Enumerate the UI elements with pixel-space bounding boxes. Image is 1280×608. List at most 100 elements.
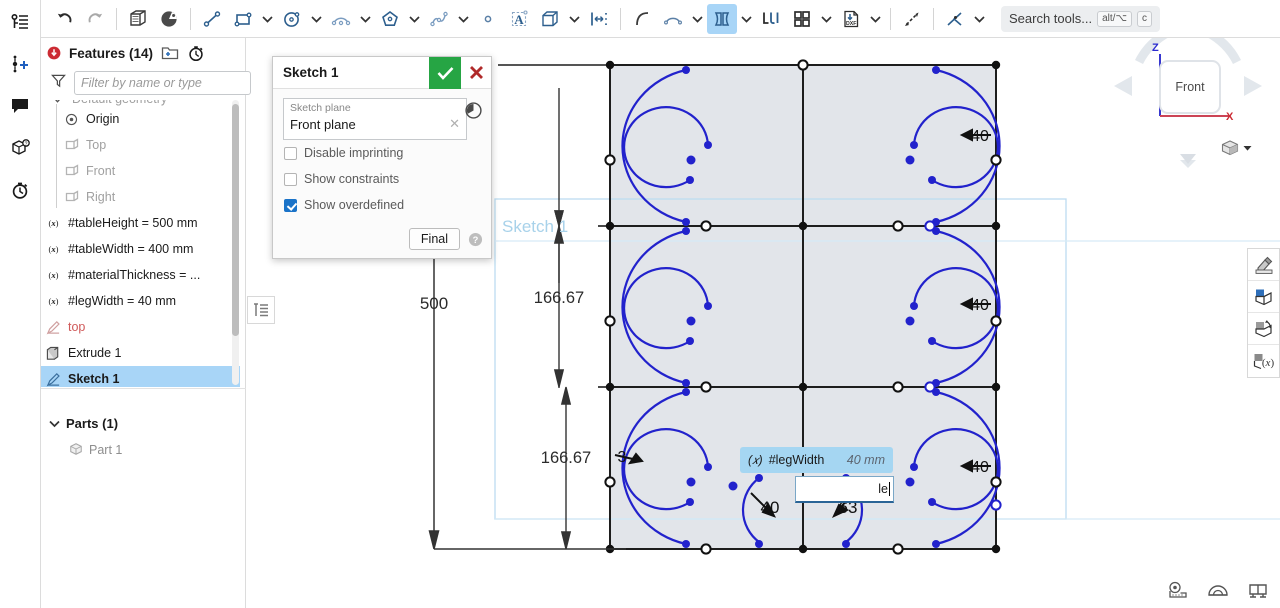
dimension-500-label: 500 (420, 294, 448, 313)
circle-tool-button[interactable] (277, 4, 307, 34)
disable-imprinting-checkbox-row[interactable]: Disable imprinting (283, 140, 481, 166)
add-folder-icon[interactable] (161, 45, 179, 61)
filter-input[interactable] (74, 71, 251, 95)
add-variable-icon[interactable] (4, 48, 36, 80)
axis-label-z: Z (1152, 42, 1159, 54)
spline-dropdown-caret[interactable] (455, 4, 472, 34)
parts-header[interactable]: Parts (1) (41, 412, 246, 434)
arc-dropdown-caret[interactable] (357, 4, 374, 34)
tree-item-sketch-1[interactable]: Sketch 1 (41, 366, 240, 387)
point-tool-button[interactable] (473, 4, 503, 34)
radius-40-label-1: 40 (971, 128, 989, 145)
clear-plane-icon[interactable]: ✕ (449, 116, 460, 132)
construction-tool-button[interactable] (897, 4, 927, 34)
display-grid-icon[interactable] (1248, 281, 1279, 313)
tree-item-variable-tablewidth[interactable]: (x) #tableWidth = 400 mm (41, 236, 240, 262)
svg-text:(x): (x) (49, 296, 59, 306)
line-tool-button[interactable] (197, 4, 227, 34)
sketch-plane-field-label: Sketch plane (290, 102, 351, 114)
tree-item-front-plane[interactable]: Front (41, 158, 240, 184)
spline-tool-button[interactable] (424, 4, 454, 34)
tree-item-top-plane[interactable]: Top (41, 132, 240, 158)
filter-funnel-icon[interactable] (51, 73, 66, 93)
part-info-icon[interactable]: ? (4, 132, 36, 164)
trim-tool-button[interactable] (658, 4, 688, 34)
tree-scrollbar-thumb[interactable] (232, 104, 239, 336)
caret-down-icon (49, 100, 66, 104)
final-button[interactable]: Final (408, 228, 460, 250)
feature-tree-list[interactable]: Default geometry Origin (41, 100, 240, 387)
linear-pattern-tool-button[interactable] (756, 4, 786, 34)
rectangle-dropdown-caret[interactable] (259, 4, 276, 34)
polygon-dropdown-caret[interactable] (406, 4, 423, 34)
tree-item-right-plane[interactable]: Right (41, 184, 240, 210)
parts-list-item-part-1[interactable]: Part 1 (41, 438, 246, 462)
polygon-tool-button[interactable] (375, 4, 405, 34)
mirror-dropdown-caret[interactable] (738, 4, 755, 34)
pattern-dropdown-caret[interactable] (818, 4, 835, 34)
onshape-app-window: ? A DXF Search tools... alt/⌥ c Features… (0, 0, 1280, 608)
tree-item-origin[interactable]: Origin (41, 106, 240, 132)
search-tools-box[interactable]: Search tools... alt/⌥ c (1001, 5, 1160, 32)
toolbar-divider-3 (620, 7, 621, 30)
use-offset-tool-button[interactable] (535, 4, 565, 34)
variable-autocomplete-suggestion[interactable]: (𝑥) #legWidth 40 mm (740, 447, 893, 473)
show-constraints-checkbox[interactable] (284, 172, 297, 186)
dimension-value-input[interactable]: le (795, 476, 894, 503)
text-caret (889, 482, 890, 496)
dxf-import-button[interactable]: DXF (836, 4, 866, 34)
arc-tool-button[interactable] (326, 4, 356, 34)
variable-display-icon[interactable]: (x) (1248, 345, 1279, 377)
mass-scale-icon[interactable] (1246, 578, 1270, 602)
tree-item-variable-legwidth[interactable]: (x) #legWidth = 40 mm (41, 288, 240, 314)
sketch-confirm-button[interactable] (429, 56, 461, 89)
dxf-dropdown-caret[interactable] (867, 4, 884, 34)
help-icon[interactable]: ? (468, 232, 483, 247)
show-constraints-checkbox-row[interactable]: Show constraints (283, 166, 481, 192)
disable-imprinting-checkbox[interactable] (284, 146, 297, 160)
use-offset-dropdown-caret[interactable] (566, 4, 583, 34)
sketch-cancel-button[interactable] (461, 57, 491, 89)
feature-error-icon[interactable] (47, 46, 61, 60)
text-tool-button[interactable]: A (504, 4, 534, 34)
search-key-c: c (1136, 10, 1152, 27)
tree-item-variable-tableheight[interactable]: (x) #tableHeight = 500 mm (41, 210, 240, 236)
appearance-icon[interactable] (1248, 249, 1279, 281)
trim-dropdown-caret[interactable] (689, 4, 706, 34)
mirror-tool-button[interactable] (707, 3, 737, 34)
tree-item-variable-materialthickness[interactable]: (x) #materialThickness = ... (41, 262, 240, 288)
undo-button[interactable] (49, 4, 79, 34)
rollback-timer-icon[interactable] (187, 44, 205, 62)
copy-button[interactable] (123, 4, 153, 34)
measure-tape-icon[interactable] (1166, 578, 1190, 602)
toolbar-divider-5 (933, 7, 934, 30)
tree-guide-line (56, 104, 57, 208)
section-view-icon[interactable] (1248, 313, 1279, 345)
tree-item-extrude-1[interactable]: Extrude 1 (41, 340, 240, 366)
feature-tree-header: Features (14) (41, 38, 245, 68)
feature-tree-panel: Features (14) Filter by name or type Ori… (41, 38, 251, 608)
sketch-panel-toggle-button[interactable] (247, 296, 275, 324)
constraint-tool-button[interactable] (940, 4, 970, 34)
view-cube-home-button[interactable] (1220, 138, 1252, 158)
rectangle-tool-button[interactable] (228, 4, 258, 34)
rectangular-pattern-tool-button[interactable] (787, 4, 817, 34)
sketch-plane-field[interactable]: Sketch plane Front plane ✕ (283, 98, 467, 140)
show-overdefined-checkbox[interactable] (284, 198, 297, 212)
dimension-tool-button[interactable] (584, 4, 614, 34)
circle-dropdown-caret[interactable] (308, 4, 325, 34)
redo-button[interactable] (80, 4, 110, 34)
view-cube[interactable]: Front Z X (1102, 18, 1272, 178)
protractor-icon[interactable] (1206, 578, 1230, 602)
feature-list-icon[interactable] (4, 6, 36, 38)
tree-item-sketch-top[interactable]: top (41, 314, 240, 340)
show-overdefined-checkbox-row[interactable]: Show overdefined (283, 192, 481, 218)
tree-item-label: Top (86, 138, 107, 152)
history-icon[interactable] (464, 101, 483, 125)
view-cube-front-face[interactable]: Front (1159, 60, 1221, 114)
paste-button[interactable] (154, 4, 184, 34)
fillet-tool-button[interactable] (627, 4, 657, 34)
comments-icon[interactable] (4, 90, 36, 122)
history-icon[interactable] (4, 174, 36, 206)
constraint-dropdown-caret[interactable] (971, 4, 988, 34)
